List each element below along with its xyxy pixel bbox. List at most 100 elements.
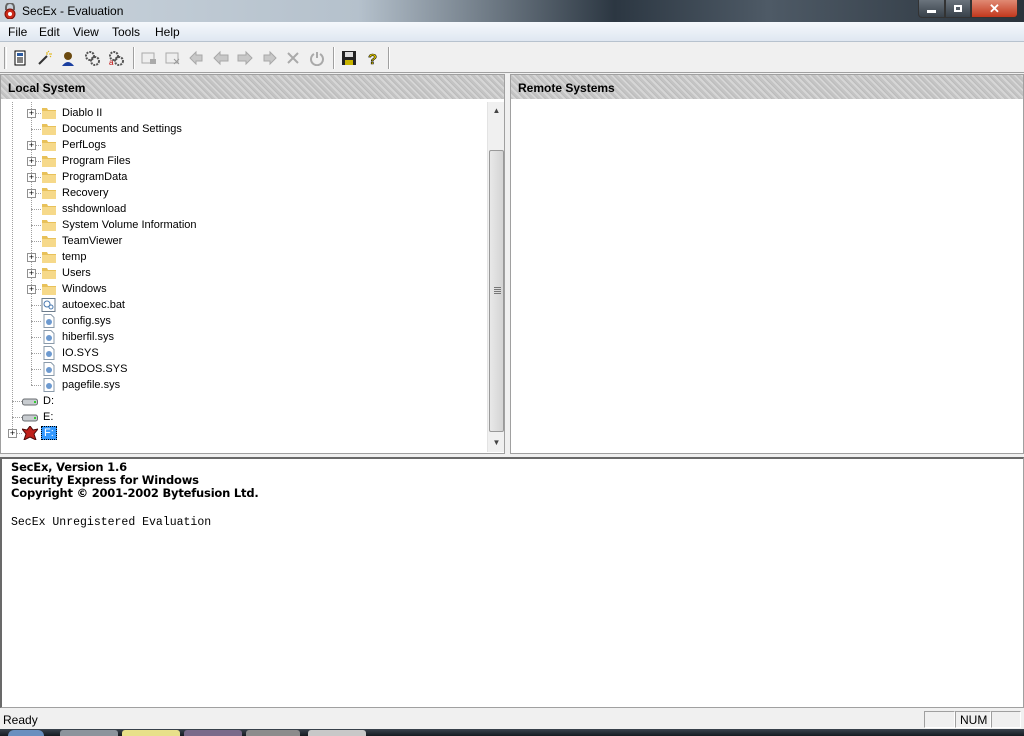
- menu-view[interactable]: View: [73, 25, 99, 39]
- tree-item-drive[interactable]: D:: [22, 393, 56, 409]
- tree-item-file[interactable]: autoexec.bat: [41, 297, 127, 313]
- tree-item-folder[interactable]: Documents and Settings: [41, 121, 184, 137]
- taskbar-item-active[interactable]: [122, 730, 180, 736]
- close-icon: ✕: [989, 0, 1000, 16]
- forward-button[interactable]: [235, 48, 255, 68]
- expand-toggle[interactable]: +: [27, 173, 36, 182]
- minimize-button[interactable]: [918, 0, 945, 18]
- tree-item-file[interactable]: config.sys: [41, 313, 113, 329]
- tree-connector: [31, 129, 41, 130]
- scroll-thumb[interactable]: [489, 150, 504, 432]
- tree-item-label: pagefile.sys: [62, 379, 121, 391]
- tree-item-folder[interactable]: Diablo II: [41, 105, 104, 121]
- tree-item-file[interactable]: hiberfil.sys: [41, 329, 116, 345]
- system-file-icon: [43, 378, 55, 392]
- system-file-icon: [43, 314, 55, 328]
- toolbar-separator: [133, 47, 135, 69]
- tree-item-label: MSDOS.SYS: [62, 363, 128, 375]
- close-window-button[interactable]: [163, 48, 183, 68]
- tree-item-folder[interactable]: temp: [41, 249, 88, 265]
- expand-toggle[interactable]: +: [27, 189, 36, 198]
- taskbar-item[interactable]: [308, 730, 366, 736]
- help-button[interactable]: ?: [363, 48, 383, 68]
- tree-item-folder[interactable]: Program Files: [41, 153, 132, 169]
- system-file-icon: [43, 330, 55, 344]
- tree-item-folder[interactable]: System Volume Information: [41, 217, 199, 233]
- user-button[interactable]: [58, 48, 78, 68]
- taskbar-item[interactable]: [184, 730, 242, 736]
- scroll-down-button[interactable]: ▼: [488, 434, 505, 451]
- save-button[interactable]: [339, 48, 359, 68]
- back-first-button[interactable]: [187, 48, 207, 68]
- tree-connector: [31, 369, 41, 370]
- folder-icon: [42, 188, 56, 199]
- tree-item-label: Documents and Settings: [62, 123, 182, 135]
- tree-item-label: F:: [41, 426, 57, 440]
- tree-item-label: Recovery: [62, 187, 109, 199]
- expand-toggle[interactable]: +: [8, 429, 17, 438]
- tree-connector: [31, 353, 41, 354]
- menu-edit[interactable]: Edit: [39, 25, 60, 39]
- properties-button[interactable]: [10, 48, 30, 68]
- x-delete-icon: [287, 52, 299, 64]
- batch-file-icon: [41, 298, 56, 312]
- delete-button[interactable]: [283, 48, 303, 68]
- tree-connector: [31, 337, 41, 338]
- lock-window-button[interactable]: [139, 48, 159, 68]
- menu-help[interactable]: Help: [155, 25, 180, 39]
- window-close-icon: [165, 52, 180, 65]
- start-button[interactable]: [8, 730, 44, 736]
- tree-item-folder[interactable]: Recovery: [41, 185, 110, 201]
- vertical-scrollbar[interactable]: ▲ ▼: [487, 102, 504, 452]
- tree-guide-line: [12, 102, 13, 433]
- tree-item-label: D:: [43, 395, 54, 407]
- remote-systems-pane: Remote Systems: [510, 74, 1024, 454]
- expand-toggle[interactable]: +: [27, 157, 36, 166]
- wizard-button[interactable]: [34, 48, 54, 68]
- menu-file[interactable]: File: [8, 25, 27, 39]
- tree-item-folder[interactable]: sshdownload: [41, 201, 128, 217]
- tree-item-file[interactable]: MSDOS.SYS: [41, 361, 129, 377]
- back-button[interactable]: [211, 48, 231, 68]
- tree-item-label: Users: [62, 267, 91, 279]
- tree-item-folder[interactable]: PerfLogs: [41, 137, 108, 153]
- question-mark-icon: ?: [368, 51, 378, 66]
- tree-item-label: config.sys: [62, 315, 111, 327]
- drive-icon: [22, 414, 38, 422]
- local-file-tree[interactable]: + Diablo II Documents and Settings + PerfLog…: [1, 102, 487, 452]
- tree-item-file[interactable]: IO.SYS: [41, 345, 101, 361]
- expand-toggle[interactable]: +: [27, 141, 36, 150]
- log-output[interactable]: SecEx, Version 1.6 Security Express for …: [0, 457, 1024, 708]
- tree-item-folder[interactable]: TeamViewer: [41, 233, 124, 249]
- expand-toggle[interactable]: +: [27, 269, 36, 278]
- tree-item-folder[interactable]: Users: [41, 265, 93, 281]
- taskbar-item[interactable]: [246, 730, 300, 736]
- expand-toggle[interactable]: +: [27, 285, 36, 294]
- close-button[interactable]: ✕: [971, 0, 1018, 18]
- menu-tools[interactable]: Tools: [112, 25, 140, 39]
- toolbar-grip[interactable]: [4, 47, 7, 69]
- expand-toggle[interactable]: +: [27, 109, 36, 118]
- tree-item-drive[interactable]: E:: [22, 409, 55, 425]
- toolbar-separator: [333, 47, 335, 69]
- forward-last-button[interactable]: [259, 48, 279, 68]
- power-button[interactable]: [307, 48, 327, 68]
- expand-toggle[interactable]: +: [27, 253, 36, 262]
- menu-bar: File Edit View Tools Help: [0, 22, 1024, 42]
- local-system-pane: Local System + Diablo II Documents and Set…: [0, 74, 505, 454]
- restore-button[interactable]: [945, 0, 971, 18]
- settings-button[interactable]: [82, 48, 102, 68]
- folder-icon: [42, 236, 56, 247]
- tree-item-folder[interactable]: Windows: [41, 281, 109, 297]
- scroll-up-button[interactable]: ▲: [488, 102, 505, 119]
- advanced-settings-button[interactable]: a: [106, 48, 126, 68]
- floppy-disk-icon: [342, 51, 356, 65]
- folder-icon: [42, 172, 56, 183]
- tree-item-folder[interactable]: ProgramData: [41, 169, 129, 185]
- tree-item-drive[interactable]: F:: [22, 425, 57, 441]
- remote-systems-list[interactable]: [511, 99, 1023, 453]
- tree-connector: [31, 385, 41, 386]
- up-arrow-icon: ▲: [492, 106, 501, 115]
- tree-item-file[interactable]: pagefile.sys: [41, 377, 122, 393]
- taskbar-item[interactable]: [60, 730, 118, 736]
